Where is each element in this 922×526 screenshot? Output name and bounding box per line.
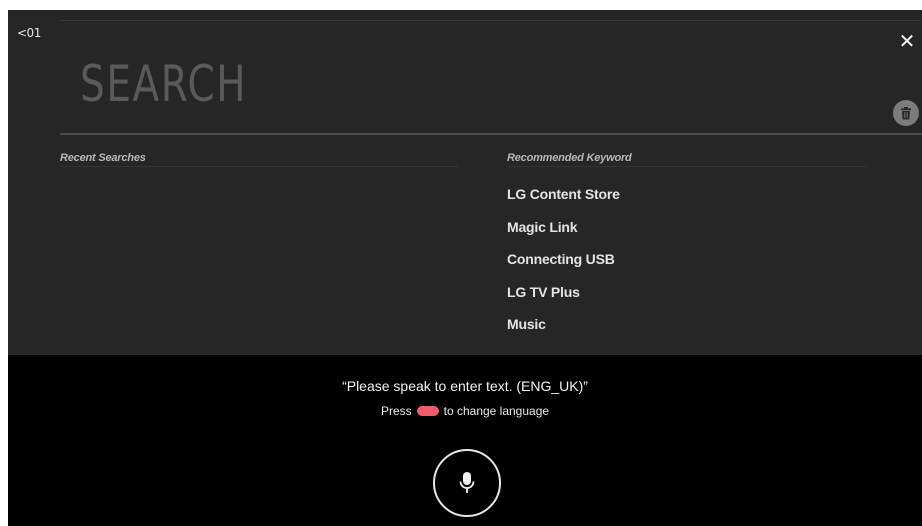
red-key-icon (416, 406, 439, 416)
close-button[interactable]: ✕ (896, 30, 918, 52)
trash-icon (901, 106, 911, 119)
keyword-item[interactable]: Music (507, 312, 620, 345)
language-hint-suffix: to change language (443, 404, 550, 418)
recent-searches-divider (60, 166, 458, 167)
recommended-keyword-divider (507, 166, 867, 167)
search-screen: <01 ✕ SEARCH Recent Searches Recommended… (8, 10, 922, 526)
top-divider (60, 20, 922, 21)
keyword-item[interactable]: LG Content Store (507, 182, 620, 215)
keyword-item[interactable]: LG TV Plus (507, 280, 620, 313)
recent-searches-title: Recent Searches (60, 152, 146, 164)
voice-input-panel: “Please speak to enter text. (ENG_UK)” P… (8, 355, 922, 526)
microphone-icon (459, 472, 475, 493)
back-indicator[interactable]: <01 (17, 26, 41, 40)
search-divider (60, 133, 922, 135)
keyword-item[interactable]: Connecting USB (507, 247, 620, 280)
close-icon: ✕ (898, 29, 916, 53)
language-hint: Press to change language (8, 404, 922, 418)
voice-prompt: “Please speak to enter text. (ENG_UK)” (342, 378, 588, 394)
clear-history-button[interactable] (893, 100, 919, 126)
recommended-keyword-title: Recommended Keyword (507, 152, 632, 164)
microphone-button[interactable] (433, 449, 501, 517)
keyword-item[interactable]: Magic Link (507, 215, 620, 248)
recommended-keyword-list: LG Content Store Magic Link Connecting U… (507, 182, 620, 345)
language-hint-prefix: Press (380, 404, 412, 418)
search-title[interactable]: SEARCH (80, 54, 247, 114)
